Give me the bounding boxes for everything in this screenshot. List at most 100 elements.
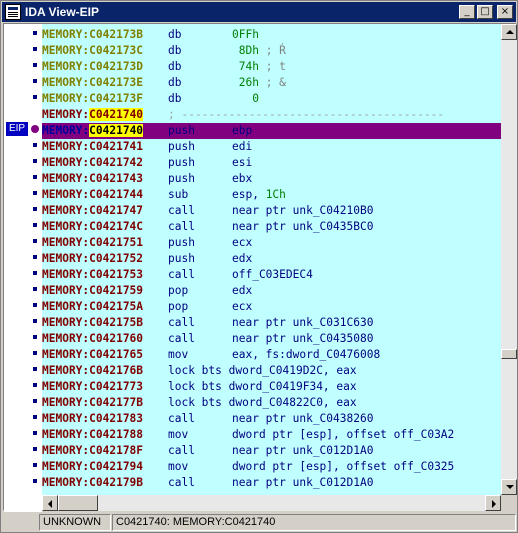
instruction-operands: near ptr unk_C031C630 (232, 316, 374, 329)
line-address: MEMORY:C042175B (42, 316, 144, 329)
listing-line[interactable]: MEMORY:C042173B db 0FFh (42, 27, 501, 43)
instruction-mnemonic: push (168, 156, 195, 169)
status-bar: UNKNOWN C0421740: MEMORY:C0421740 (3, 513, 517, 532)
line-marker-icon (33, 351, 37, 355)
listing-line[interactable]: MEMORY:C042173C db 8Dh ; Ŕ (42, 43, 501, 59)
listing-line[interactable]: MEMORY:C042179B call near ptr unk_C012D1A0 (42, 475, 501, 491)
line-marker-icon (33, 335, 37, 339)
listing-line[interactable]: MEMORY:C042175B call near ptr unk_C031C630 (42, 315, 501, 331)
listing-line[interactable]: MEMORY:C0421773 lock bts dword_C0419F34, … (42, 379, 501, 395)
instruction-mnemonic: push (168, 172, 195, 185)
line-address: MEMORY:C0421759 (42, 284, 144, 297)
instruction-operands: esp, (232, 188, 266, 201)
listing-line[interactable]: MEMORY:C0421752 push edx (42, 251, 501, 267)
instruction-operands: dword ptr [esp], offset off_C03A2 (232, 428, 455, 441)
listing-line[interactable]: MEMORY:C042173E db 26h ; & (42, 75, 501, 91)
maximize-button[interactable]: □ (477, 5, 493, 19)
listing-line[interactable]: MEMORY:C0421744 sub esp, 1Ch (42, 187, 501, 203)
listing-line[interactable]: MEMORY:C042175A pop ecx (42, 299, 501, 315)
instruction-operands: dword ptr [esp], offset off_C0325 (232, 460, 455, 473)
line-marker-icon (33, 319, 37, 323)
line-marker-icon (33, 303, 37, 307)
listing-line[interactable]: MEMORY:C0421743 push ebx (42, 171, 501, 187)
listing-line[interactable]: MEMORY:C0421742 push esi (42, 155, 501, 171)
scroll-up-button[interactable] (501, 24, 517, 40)
disassembly-view[interactable]: EIP MEMORY:C042173B db 0FFh MEMORY:C042173C… (3, 23, 517, 512)
line-address: MEMORY:C0421747 (42, 204, 144, 217)
scroll-left-button[interactable] (42, 495, 58, 511)
instruction-operands: 26h (232, 76, 259, 89)
listing-line[interactable]: MEMORY:C042173F db 0 (42, 91, 501, 107)
horizontal-scrollbar[interactable] (42, 495, 501, 511)
line-address: MEMORY:C0421752 (42, 252, 144, 265)
status-location: C0421740: MEMORY:C0421740 (112, 514, 516, 531)
listing-line[interactable]: MEMORY:C0421751 push ecx (42, 235, 501, 251)
listing-line[interactable]: MEMORY:C042178F call near ptr unk_C012D1A0 (42, 443, 501, 459)
line-address: MEMORY:C0421794 (42, 460, 144, 473)
listing-line[interactable]: MEMORY:C0421794 mov dword ptr [esp], offse… (42, 459, 501, 475)
line-marker-icon (33, 463, 37, 467)
instruction-operands: 0 (232, 92, 259, 105)
line-comment: ; t (258, 60, 286, 73)
instruction-mnemonic: push (168, 124, 195, 137)
line-address: MEMORY:C0421760 (42, 332, 144, 345)
listing-line[interactable]: MEMORY:C0421753 call off_C03EDEC4 (42, 267, 501, 283)
line-marker-icon (33, 383, 37, 387)
vertical-scroll-thumb[interactable] (501, 349, 517, 359)
instruction-mnemonic: push (168, 140, 195, 153)
instruction-mnemonic: call (168, 316, 195, 329)
instruction-operands: off_C03EDEC4 (232, 268, 313, 281)
instruction-mnemonic: sub (168, 188, 189, 201)
listing-line[interactable]: MEMORY:C0421747 call near ptr unk_C04210B0 (42, 203, 501, 219)
line-marker-icon (33, 223, 37, 227)
instruction-mnemonic: call (168, 204, 195, 217)
listing-line[interactable]: MEMORY:C0421760 call near ptr unk_C0435080 (42, 331, 501, 347)
horizontal-scroll-thumb[interactable] (58, 495, 98, 511)
line-marker-icon (33, 159, 37, 163)
instruction-mnemonic: db (168, 76, 182, 89)
instruction-mnemonic: mov (168, 460, 189, 473)
instruction-mnemonic: call (168, 220, 195, 233)
line-comment: ; Ŕ (258, 44, 286, 57)
line-marker-icon (33, 175, 37, 179)
listing-line[interactable]: MEMORY:C0421788 mov dword ptr [esp], offse… (42, 427, 501, 443)
listing-line[interactable]: MEMORY:C0421741 push edi (42, 139, 501, 155)
instruction-operands: 74h (232, 60, 259, 73)
minimize-button[interactable]: _ (459, 5, 475, 19)
scroll-down-button[interactable] (501, 479, 517, 495)
ida-view-window: IDA View-EIP _ □ × EIP MEMORY:C042173B db… (0, 0, 518, 533)
instruction-operands: dword_C0419D2C, eax (228, 364, 357, 377)
scroll-right-button[interactable] (485, 495, 501, 511)
line-marker-icon (33, 415, 37, 419)
instruction-mnemonic: push (168, 252, 195, 265)
listing-line[interactable]: MEMORY:C042174C call near ptr unk_C0435BC0 (42, 219, 501, 235)
instruction-operands: eax, fs:dword_C0476008 (232, 348, 381, 361)
listing-line[interactable]: MEMORY:C0421759 pop edx (42, 283, 501, 299)
line-address: MEMORY:C0421788 (42, 428, 144, 441)
listing-line[interactable]: MEMORY:C042173D db 74h ; t (42, 59, 501, 75)
line-address: MEMORY:C042178F (42, 444, 144, 457)
line-marker-icon (33, 47, 37, 51)
current-instruction-line[interactable]: MEMORY:C0421740 push ebp (42, 123, 501, 139)
listing-line[interactable]: MEMORY:C042177B lock bts dword_C04822C0, … (42, 395, 501, 411)
close-button[interactable]: × (497, 5, 513, 19)
listing-line[interactable]: MEMORY:C0421783 call near ptr unk_C0438260 (42, 411, 501, 427)
line-marker-icon (33, 367, 37, 371)
instruction-operands: 0FFh (232, 28, 259, 41)
line-address: MEMORY:C042179B (42, 476, 144, 489)
instruction-operands: near ptr unk_C0438260 (232, 412, 374, 425)
instruction-operands: dword_C0419F34, eax (228, 380, 357, 393)
instruction-operands: 8Dh (232, 44, 259, 57)
listing-line[interactable]: MEMORY:C042176B lock bts dword_C0419D2C, … (42, 363, 501, 379)
listing-line[interactable]: MEMORY:C0421765 mov eax, fs:dword_C0476008 (42, 347, 501, 363)
arrow-up-icon (506, 30, 514, 34)
line-comment: ; & (258, 76, 286, 89)
instruction-mnemonic: call (168, 412, 195, 425)
vertical-scrollbar[interactable] (501, 24, 517, 495)
line-marker-icon (33, 431, 37, 435)
title-bar[interactable]: IDA View-EIP _ □ × (2, 2, 516, 22)
instruction-operands: edx (232, 252, 253, 265)
instruction-mnemonic: call (168, 444, 195, 457)
listing-line[interactable]: MEMORY:C0421740; -----------------------… (42, 107, 501, 123)
disassembly-listing[interactable]: MEMORY:C042173B db 0FFh MEMORY:C042173C db 8… (42, 24, 501, 495)
